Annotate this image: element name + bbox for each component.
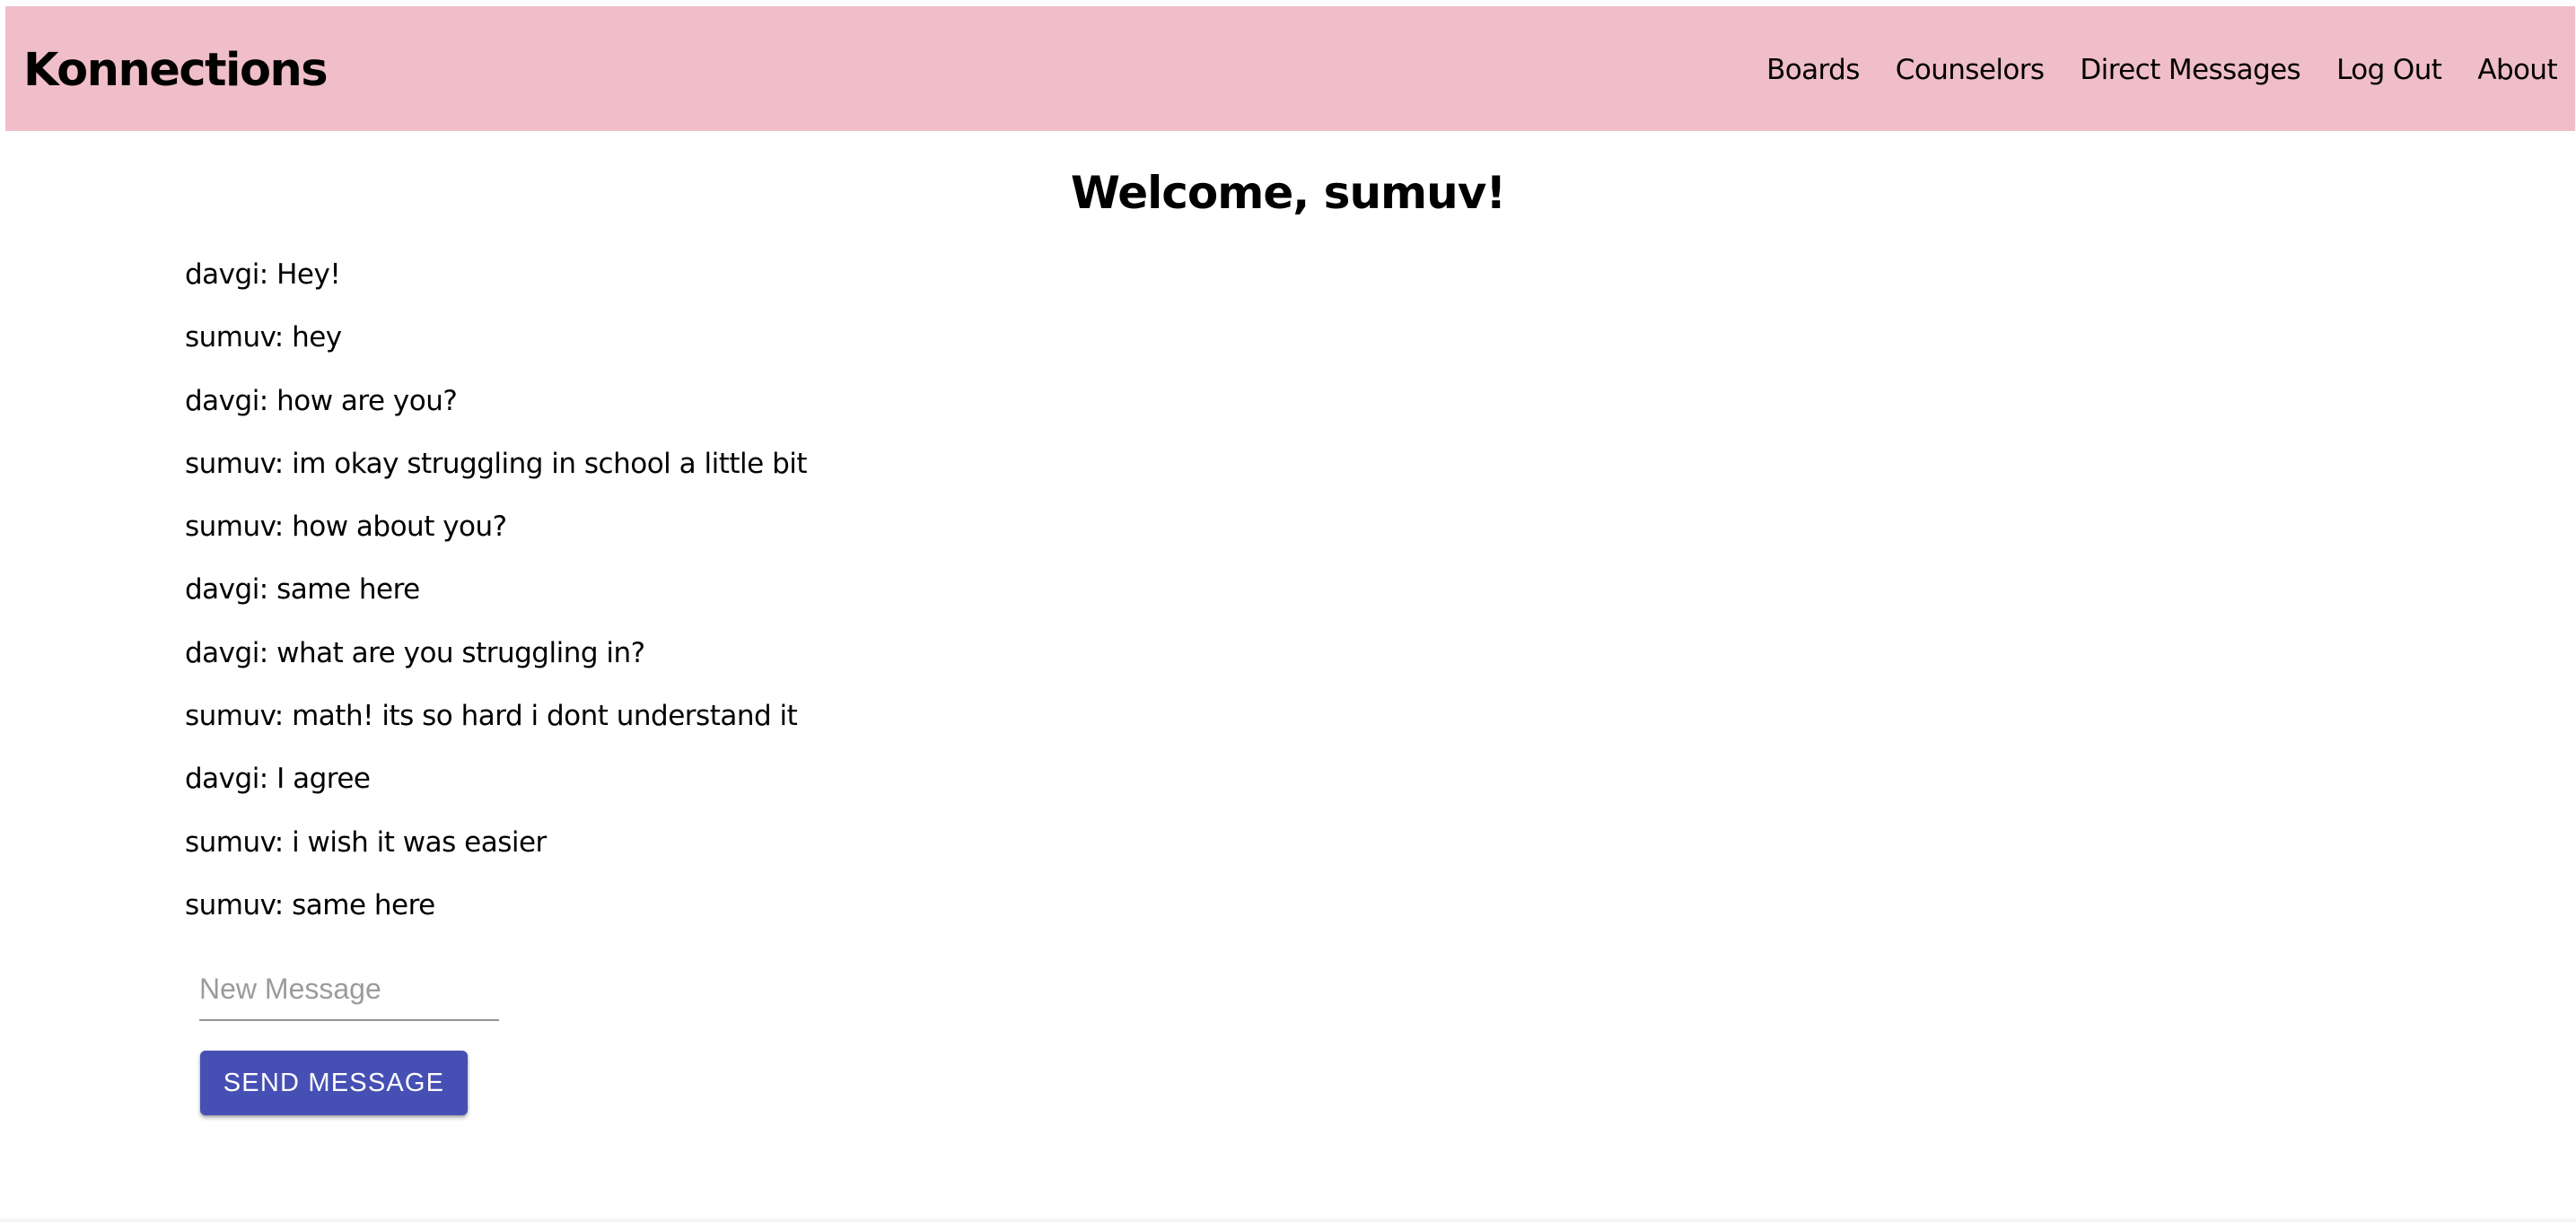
message-item: sumuv: same here	[185, 888, 435, 921]
nav-link-about[interactable]: About	[2477, 54, 2557, 86]
message-item: davgi: Hey!	[185, 258, 341, 291]
message-list: davgi: Hey! sumuv: hey davgi: how are yo…	[185, 251, 808, 945]
message-composer: SEND MESSAGE	[199, 958, 499, 1115]
new-message-field	[199, 958, 499, 1021]
nav-link-log-out[interactable]: Log Out	[2336, 54, 2442, 86]
nav-link-boards[interactable]: Boards	[1766, 54, 1860, 86]
page: Konnections Boards Counselors Direct Mes…	[0, 0, 2576, 1222]
message-item: davgi: same here	[185, 573, 420, 607]
message-item: sumuv: math! its so hard i dont understa…	[185, 700, 798, 733]
send-message-button[interactable]: SEND MESSAGE	[200, 1051, 468, 1115]
message-item: davgi: I agree	[185, 763, 371, 796]
brand-logo-text[interactable]: Konnections	[23, 44, 329, 97]
message-item: davgi: how are you?	[185, 384, 458, 417]
message-item: sumuv: hey	[185, 321, 342, 354]
message-item: sumuv: i wish it was easier	[185, 825, 547, 859]
message-item: davgi: what are you struggling in?	[185, 636, 645, 669]
nav-links: Boards Counselors Direct Messages Log Ou…	[1766, 54, 2557, 86]
message-item: sumuv: how about you?	[185, 511, 507, 544]
nav-link-counselors[interactable]: Counselors	[1896, 54, 2045, 86]
message-item: sumuv: im okay struggling in school a li…	[185, 447, 808, 480]
nav-link-direct-messages[interactable]: Direct Messages	[2080, 54, 2300, 86]
page-title: Welcome, sumuv!	[1070, 167, 1506, 219]
top-nav-bar: Konnections Boards Counselors Direct Mes…	[5, 6, 2575, 131]
footer-divider	[0, 1218, 2576, 1222]
new-message-input[interactable]	[199, 958, 499, 1019]
